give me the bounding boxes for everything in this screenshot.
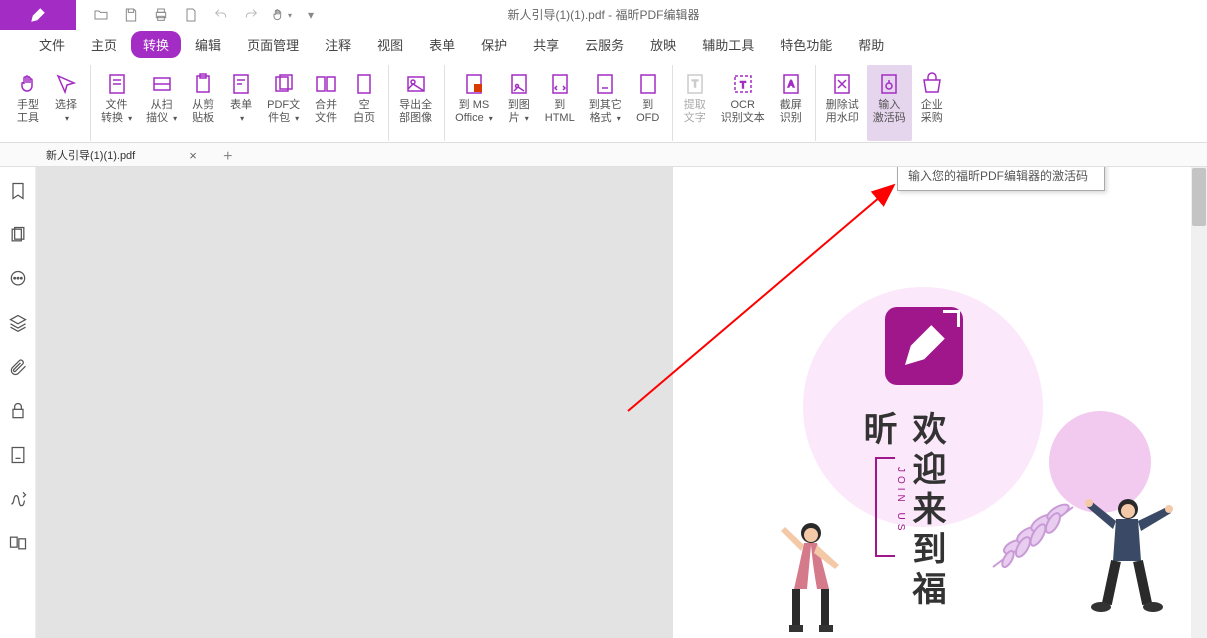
person-illustration-2	[1083, 493, 1173, 626]
svg-text:A: A	[788, 79, 794, 89]
ocr-text-button[interactable]: TOCR 识别文本	[715, 65, 771, 141]
welcome-text: 欢迎来到福昕	[853, 411, 951, 638]
enter-code-button[interactable]: 输入 激活码	[867, 65, 912, 141]
save-icon[interactable]	[116, 3, 146, 27]
redo-icon[interactable]	[236, 3, 266, 27]
foxit-logo-badge	[885, 307, 963, 385]
document-tab-label: 新人引导(1)(1).pdf	[46, 147, 135, 163]
menu-page[interactable]: 页面管理	[235, 31, 311, 58]
ribbon: 手型 工具 选择▾ 文件 转换 ▾ 从扫 描仪 ▾ 从剪 贴板 表单▾ PDF文…	[0, 59, 1207, 143]
undo-icon[interactable]	[206, 3, 236, 27]
app-logo	[0, 0, 76, 30]
qat-more-icon[interactable]: ▾	[296, 3, 326, 27]
open-icon[interactable]	[86, 3, 116, 27]
document-tab[interactable]: 新人引导(1)(1).pdf ×	[36, 144, 205, 166]
menu-convert[interactable]: 转换	[131, 31, 181, 58]
form-button[interactable]: 表单▾	[223, 65, 259, 141]
select-button[interactable]: 选择▾	[48, 65, 84, 141]
window-title: 新人引导(1)(1).pdf - 福昕PDF编辑器	[507, 6, 699, 23]
leaves-decoration	[973, 487, 1093, 590]
content-area: 输入激活码 输入您的福昕PDF编辑器的激活码 JOIN US 欢迎来到福昕	[0, 167, 1207, 638]
menu-present[interactable]: 放映	[638, 31, 688, 58]
close-tab-icon[interactable]: ×	[189, 148, 197, 163]
menu-form[interactable]: 表单	[417, 31, 467, 58]
menu-edit[interactable]: 编辑	[183, 31, 233, 58]
screenshot-ocr-button[interactable]: A截屏 识别	[773, 65, 809, 141]
menubar: 文件 主页 转换 编辑 页面管理 注释 视图 表单 保护 共享 云服务 放映 辅…	[0, 30, 1207, 59]
bookmark-icon[interactable]	[8, 181, 28, 201]
menu-help[interactable]: 帮助	[846, 31, 896, 58]
quick-access-toolbar: ▾ ▾	[76, 3, 326, 27]
enterprise-button[interactable]: 企业 采购	[914, 65, 950, 141]
tooltip-body: 输入您的福昕PDF编辑器的激活码	[908, 167, 1094, 184]
pdf-page: 输入激活码 输入您的福昕PDF编辑器的激活码 JOIN US 欢迎来到福昕	[673, 167, 1207, 638]
from-clipboard-button[interactable]: 从剪 贴板	[185, 65, 221, 141]
extract-text-button[interactable]: T提取 文字	[677, 65, 713, 141]
signature-icon[interactable]	[8, 489, 28, 509]
person-illustration-1	[779, 517, 849, 638]
svg-text:T: T	[740, 80, 746, 90]
page-icon[interactable]	[176, 3, 206, 27]
menu-protect[interactable]: 保护	[469, 31, 519, 58]
security-icon[interactable]	[8, 401, 28, 421]
document-tabstrip: 新人引导(1)(1).pdf × +	[0, 143, 1207, 167]
hand-tool-button[interactable]: 手型 工具	[10, 65, 46, 141]
svg-text:T: T	[692, 79, 698, 90]
menu-home[interactable]: 主页	[79, 31, 129, 58]
menu-share[interactable]: 共享	[521, 31, 571, 58]
pages-icon[interactable]	[8, 225, 28, 245]
menu-cloud[interactable]: 云服务	[573, 31, 636, 58]
layers-icon[interactable]	[8, 313, 28, 333]
to-html-button[interactable]: 到 HTML	[539, 65, 581, 141]
to-image-button[interactable]: 到图 片 ▾	[501, 65, 537, 141]
to-other-button[interactable]: 到其它 格式 ▾	[583, 65, 628, 141]
menu-file[interactable]: 文件	[27, 31, 77, 58]
menu-view[interactable]: 视图	[365, 31, 415, 58]
new-tab-button[interactable]: +	[217, 148, 239, 166]
canvas-background	[36, 167, 673, 638]
export-images-button[interactable]: 导出全 部图像	[393, 65, 438, 141]
titlebar: ▾ ▾ 新人引导(1)(1).pdf - 福昕PDF编辑器	[0, 0, 1207, 30]
scrollbar-thumb[interactable]	[1192, 168, 1206, 226]
delete-watermark-button[interactable]: 删除试 用水印	[820, 65, 865, 141]
menu-features[interactable]: 特色功能	[768, 31, 844, 58]
field-icon[interactable]	[8, 445, 28, 465]
comment-icon[interactable]	[8, 269, 28, 289]
left-sidebar	[0, 167, 36, 638]
pdf-package-button[interactable]: PDF文 件包 ▾	[261, 65, 306, 141]
compare-icon[interactable]	[8, 533, 28, 553]
from-scanner-button[interactable]: 从扫 描仪 ▾	[140, 65, 183, 141]
document-canvas[interactable]: 输入激活码 输入您的福昕PDF编辑器的激活码 JOIN US 欢迎来到福昕	[36, 167, 1207, 638]
menu-comment[interactable]: 注释	[313, 31, 363, 58]
blank-page-button[interactable]: 空 白页	[346, 65, 382, 141]
file-convert-button[interactable]: 文件 转换 ▾	[95, 65, 138, 141]
menu-accessibility[interactable]: 辅助工具	[690, 31, 766, 58]
attachment-icon[interactable]	[8, 357, 28, 377]
to-ofd-button[interactable]: 到 OFD	[630, 65, 666, 141]
vertical-scrollbar[interactable]	[1191, 167, 1207, 638]
tooltip: 输入激活码 输入您的福昕PDF编辑器的激活码	[897, 167, 1105, 191]
print-icon[interactable]	[146, 3, 176, 27]
hand-dropdown-icon[interactable]: ▾	[266, 3, 296, 27]
to-msoffice-button[interactable]: 到 MS Office ▾	[449, 65, 499, 141]
merge-button[interactable]: 合并 文件	[308, 65, 344, 141]
